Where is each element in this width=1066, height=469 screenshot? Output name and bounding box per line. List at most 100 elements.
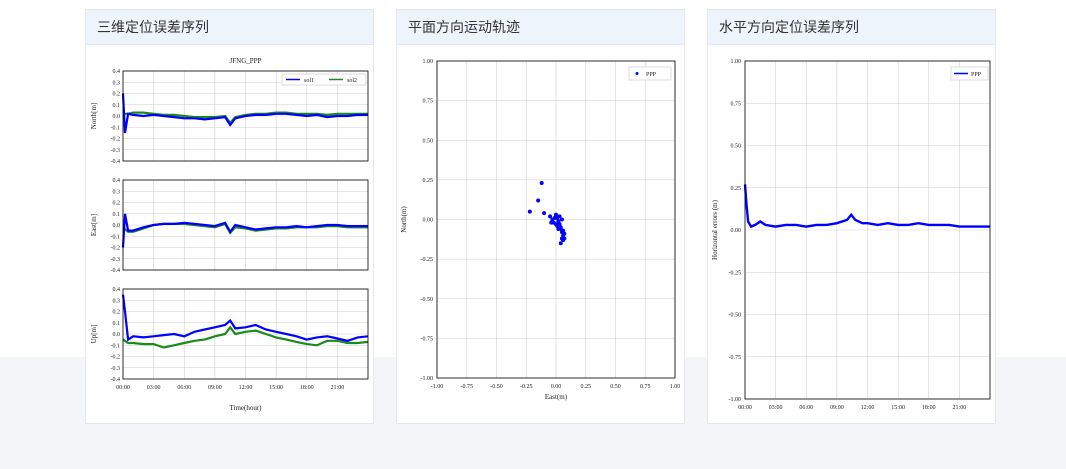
- x-axis-label: East(m): [545, 393, 568, 401]
- y-tick-label: 0.50: [731, 144, 742, 150]
- x-tick-label: 00:00: [116, 385, 130, 391]
- x-tick-label: 0.50: [610, 384, 621, 390]
- x-tick-label: -0.75: [461, 384, 474, 390]
- y-tick-label: -0.4: [111, 377, 121, 383]
- y-tick-label: 0.3: [113, 80, 121, 86]
- card-title: 水平方向定位误差序列: [708, 10, 995, 45]
- chart-3d-error-series: JFNG_PPP 0.4 0.3 0.2 0.1 0.0 -0.1 -0.2 -0.3 -0.4 N…: [90, 57, 369, 412]
- y-tick-label: -0.4: [111, 159, 121, 165]
- scatter-point: [539, 181, 544, 186]
- y-axis-label: Horizontal errors (m): [711, 199, 719, 260]
- y-tick-label: 0.00: [423, 218, 434, 224]
- y-tick-label: 0.75: [423, 99, 434, 105]
- y-tick-label: 1.00: [731, 59, 742, 65]
- scatter-point: [558, 241, 563, 246]
- y-tick-label: 0.1: [113, 103, 121, 109]
- x-axis-label: Time(hour): [229, 404, 262, 412]
- legend-swatch-ppp: [635, 72, 639, 75]
- y-axis-label: Up[m]: [90, 325, 98, 344]
- y-tick-label: 0.0: [113, 223, 121, 229]
- x-tick-label: 00:00: [738, 405, 752, 411]
- y-tick-label: -0.25: [729, 270, 742, 276]
- y-tick-label: -1.00: [421, 376, 434, 382]
- legend-label-ppp: PPP: [971, 72, 982, 78]
- x-tick-label: -0.50: [490, 384, 503, 390]
- x-tick-label: -1.00: [431, 384, 444, 390]
- y-tick-label: -0.25: [421, 257, 434, 263]
- x-tick-label: 12:00: [239, 385, 253, 391]
- x-tick-label: 06:00: [177, 385, 191, 391]
- x-tick-label: 06:00: [799, 405, 813, 411]
- y-tick-label: -0.1: [111, 125, 121, 131]
- y-tick-label: 0.50: [423, 138, 434, 144]
- card-plane-trajectory: 平面方向运动轨迹 1.00 0.75 0.50 0.25 0.00 -0.25 -0.50 -…: [396, 9, 685, 424]
- y-tick-label: 1.00: [423, 59, 434, 65]
- y-tick-label: -0.2: [111, 355, 121, 361]
- scatter-point: [556, 227, 561, 232]
- y-tick-label: -1.00: [729, 397, 742, 403]
- scatter-point: [548, 214, 553, 219]
- x-tick-label: 03:00: [147, 385, 161, 391]
- y-tick-label: -0.3: [111, 148, 121, 154]
- scatter-point: [559, 217, 564, 222]
- chart-plane-trajectory: 1.00 0.75 0.50 0.25 0.00 -0.25 -0.50 -0.75 -1.00…: [400, 59, 681, 401]
- y-tick-label: -0.50: [729, 313, 742, 319]
- y-tick-label: 0.3: [113, 298, 121, 304]
- y-tick-label: 0.0: [113, 114, 121, 120]
- legend-label-ppp: PPP: [646, 72, 657, 78]
- legend-label-sol2: sol2: [347, 78, 357, 84]
- card-horizontal-error: 水平方向定位误差序列 1.00 0.75 0.50 0.25 0.00 -0.25 -0.5…: [707, 9, 996, 424]
- y-tick-label: 0.4: [113, 69, 121, 75]
- scatter-point: [527, 209, 532, 214]
- y-tick-label: 0.25: [423, 178, 434, 184]
- scatter-point: [552, 215, 557, 220]
- x-tick-label: 09:00: [830, 405, 844, 411]
- x-tick-label: 12:00: [861, 405, 875, 411]
- card-3d-positioning-error: 三维定位误差序列 JFNG_PPP 0.4 0.3 0.2 0.1 0.0 -0.1 -0.2…: [85, 9, 374, 424]
- scatter-point: [557, 214, 562, 219]
- x-tick-label: 1.00: [670, 384, 681, 390]
- x-tick-label: 18:00: [300, 385, 314, 391]
- x-tick-label: -0.25: [520, 384, 533, 390]
- y-tick-label: 0.4: [113, 287, 121, 293]
- y-axis-label: North(m): [400, 206, 408, 233]
- y-tick-label: 0.25: [731, 186, 742, 192]
- y-tick-label: -0.3: [111, 257, 121, 263]
- y-tick-label: -0.2: [111, 246, 121, 252]
- scatter-point: [536, 198, 541, 203]
- x-tick-label: 0.00: [551, 384, 562, 390]
- y-tick-label: 0.1: [113, 212, 121, 218]
- x-tick-label: 0.25: [581, 384, 592, 390]
- card-body: JFNG_PPP 0.4 0.3 0.2 0.1 0.0 -0.1 -0.2 -0.3 -0.4 N…: [86, 45, 373, 424]
- scatter-point: [549, 220, 554, 225]
- y-tick-label: -0.1: [111, 343, 121, 349]
- card-body: 1.00 0.75 0.50 0.25 0.00 -0.25 -0.50 -0.75 -1.00…: [708, 45, 995, 424]
- chart-horizontal-error-series: 1.00 0.75 0.50 0.25 0.00 -0.25 -0.50 -0.75 -1.00…: [711, 59, 991, 411]
- chart-title: JFNG_PPP: [230, 57, 262, 65]
- x-tick-label: 15:00: [269, 385, 283, 391]
- x-tick-label: 09:00: [208, 385, 222, 391]
- x-tick-label: 03:00: [769, 405, 783, 411]
- legend-label-sol1: sol1: [304, 78, 314, 84]
- x-tick-label: 18:00: [922, 405, 936, 411]
- y-tick-label: -0.1: [111, 234, 121, 240]
- y-tick-label: 0.2: [113, 92, 121, 98]
- y-tick-label: -0.2: [111, 137, 121, 143]
- card-body: 1.00 0.75 0.50 0.25 0.00 -0.25 -0.50 -0.75 -1.00…: [397, 45, 684, 424]
- y-tick-label: 0.75: [731, 101, 742, 107]
- y-tick-label: 0.00: [731, 228, 742, 234]
- x-tick-label: 15:00: [891, 405, 905, 411]
- y-tick-label: -0.3: [111, 366, 121, 372]
- y-tick-label: 0.1: [113, 321, 121, 327]
- y-axis-label: East[m]: [90, 214, 98, 236]
- y-tick-label: -0.75: [421, 336, 434, 342]
- y-tick-label: 0.3: [113, 189, 121, 195]
- card-title: 三维定位误差序列: [86, 10, 373, 45]
- scatter-point: [542, 211, 547, 216]
- scatter-point: [561, 238, 566, 243]
- x-tick-label: 21:00: [331, 385, 345, 391]
- y-tick-label: -0.75: [729, 355, 742, 361]
- scatter-point: [557, 222, 562, 227]
- x-tick-label: 0.75: [640, 384, 651, 390]
- y-tick-label: -0.50: [421, 297, 434, 303]
